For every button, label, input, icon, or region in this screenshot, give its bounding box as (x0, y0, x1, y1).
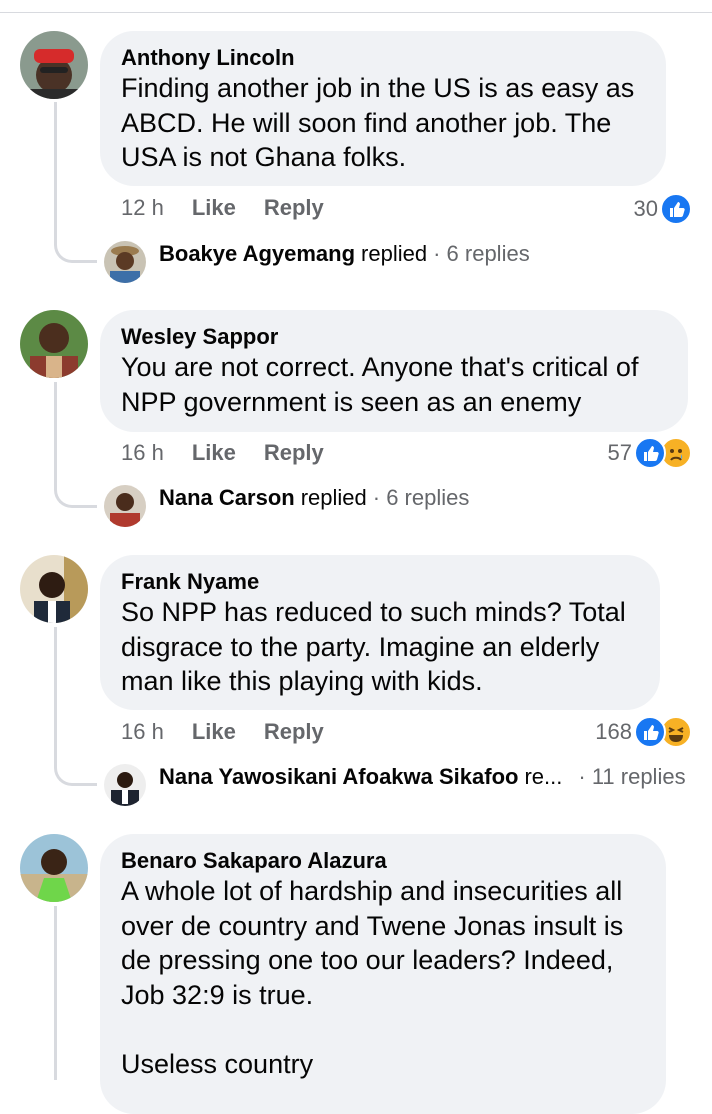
thread-line (54, 906, 57, 1080)
thread-line (54, 102, 57, 242)
thread-connector (54, 485, 97, 508)
comment-text: So NPP has reduced to such minds? Total … (121, 597, 634, 696)
comment-meta: 12 h Like Reply (121, 195, 352, 221)
replies-summary[interactable]: Boakye Agyemang replied · 6 replies (104, 241, 530, 283)
reply-button[interactable]: Reply (264, 440, 324, 466)
avatar[interactable] (20, 555, 88, 623)
comment-bubble: Benaro Sakaparo Alazura A whole lot of h… (100, 834, 666, 1114)
comment-text: Finding another job in the US is as easy… (121, 73, 641, 172)
reply-action: replied (300, 485, 367, 510)
reply-avatar (104, 485, 146, 527)
reply-author: Nana Yawosikani Afoakwa Sikafoo (159, 764, 519, 789)
comment-text: You are not correct. Anyone that's criti… (121, 352, 646, 417)
avatar[interactable] (20, 834, 88, 902)
like-icon (634, 716, 666, 748)
like-button[interactable]: Like (192, 195, 236, 221)
thread-connector (54, 763, 97, 786)
comment-time[interactable]: 16 h (121, 440, 164, 466)
reply-button[interactable]: Reply (264, 195, 324, 221)
reply-count: · 6 replies (372, 485, 470, 510)
reply-author: Boakye Agyemang (159, 241, 356, 266)
reaction-count: 57 (607, 440, 632, 465)
avatar[interactable] (20, 31, 88, 99)
reaction-summary[interactable]: 168 (595, 716, 692, 748)
reply-action: re... (524, 764, 563, 789)
thread-line (54, 627, 57, 765)
reply-count: · 11 replies (578, 764, 686, 789)
like-button[interactable]: Like (192, 440, 236, 466)
comment-meta: 16 h Like Reply (121, 440, 352, 466)
reply-avatar (104, 764, 146, 806)
comment-time[interactable]: 16 h (121, 719, 164, 745)
thread-connector (54, 240, 97, 263)
comment-bubble: Anthony Lincoln Finding another job in t… (100, 31, 666, 186)
reply-action: replied (361, 241, 428, 266)
like-icon (660, 193, 692, 225)
like-icon (634, 437, 666, 469)
comment-text: A whole lot of hardship and insecurities… (121, 876, 624, 1079)
like-button[interactable]: Like (192, 719, 236, 745)
comment-meta: 16 h Like Reply (121, 719, 352, 745)
comment-time[interactable]: 12 h (121, 195, 164, 221)
avatar[interactable] (20, 310, 88, 378)
reply-count: · 6 replies (433, 241, 530, 266)
comment-bubble: Frank Nyame So NPP has reduced to such m… (100, 555, 660, 710)
top-divider (0, 12, 712, 13)
replies-summary[interactable]: Nana Yawosikani Afoakwa Sikafoo re... · … (104, 764, 686, 806)
reaction-summary[interactable]: 30 (634, 193, 692, 225)
reaction-summary[interactable]: 57 (608, 437, 692, 469)
reply-avatar (104, 241, 146, 283)
comment-author[interactable]: Anthony Lincoln (121, 45, 644, 71)
comment-bubble: Wesley Sappor You are not correct. Anyon… (100, 310, 688, 432)
comment-author[interactable]: Wesley Sappor (121, 324, 666, 350)
reaction-count: 168 (595, 719, 632, 744)
reply-button[interactable]: Reply (264, 719, 324, 745)
reply-author: Nana Carson (159, 485, 295, 510)
replies-summary[interactable]: Nana Carson replied · 6 replies (104, 485, 470, 527)
comment-author[interactable]: Frank Nyame (121, 569, 638, 595)
thread-line (54, 382, 57, 486)
reaction-count: 30 (633, 196, 658, 221)
comment-author[interactable]: Benaro Sakaparo Alazura (121, 848, 644, 874)
